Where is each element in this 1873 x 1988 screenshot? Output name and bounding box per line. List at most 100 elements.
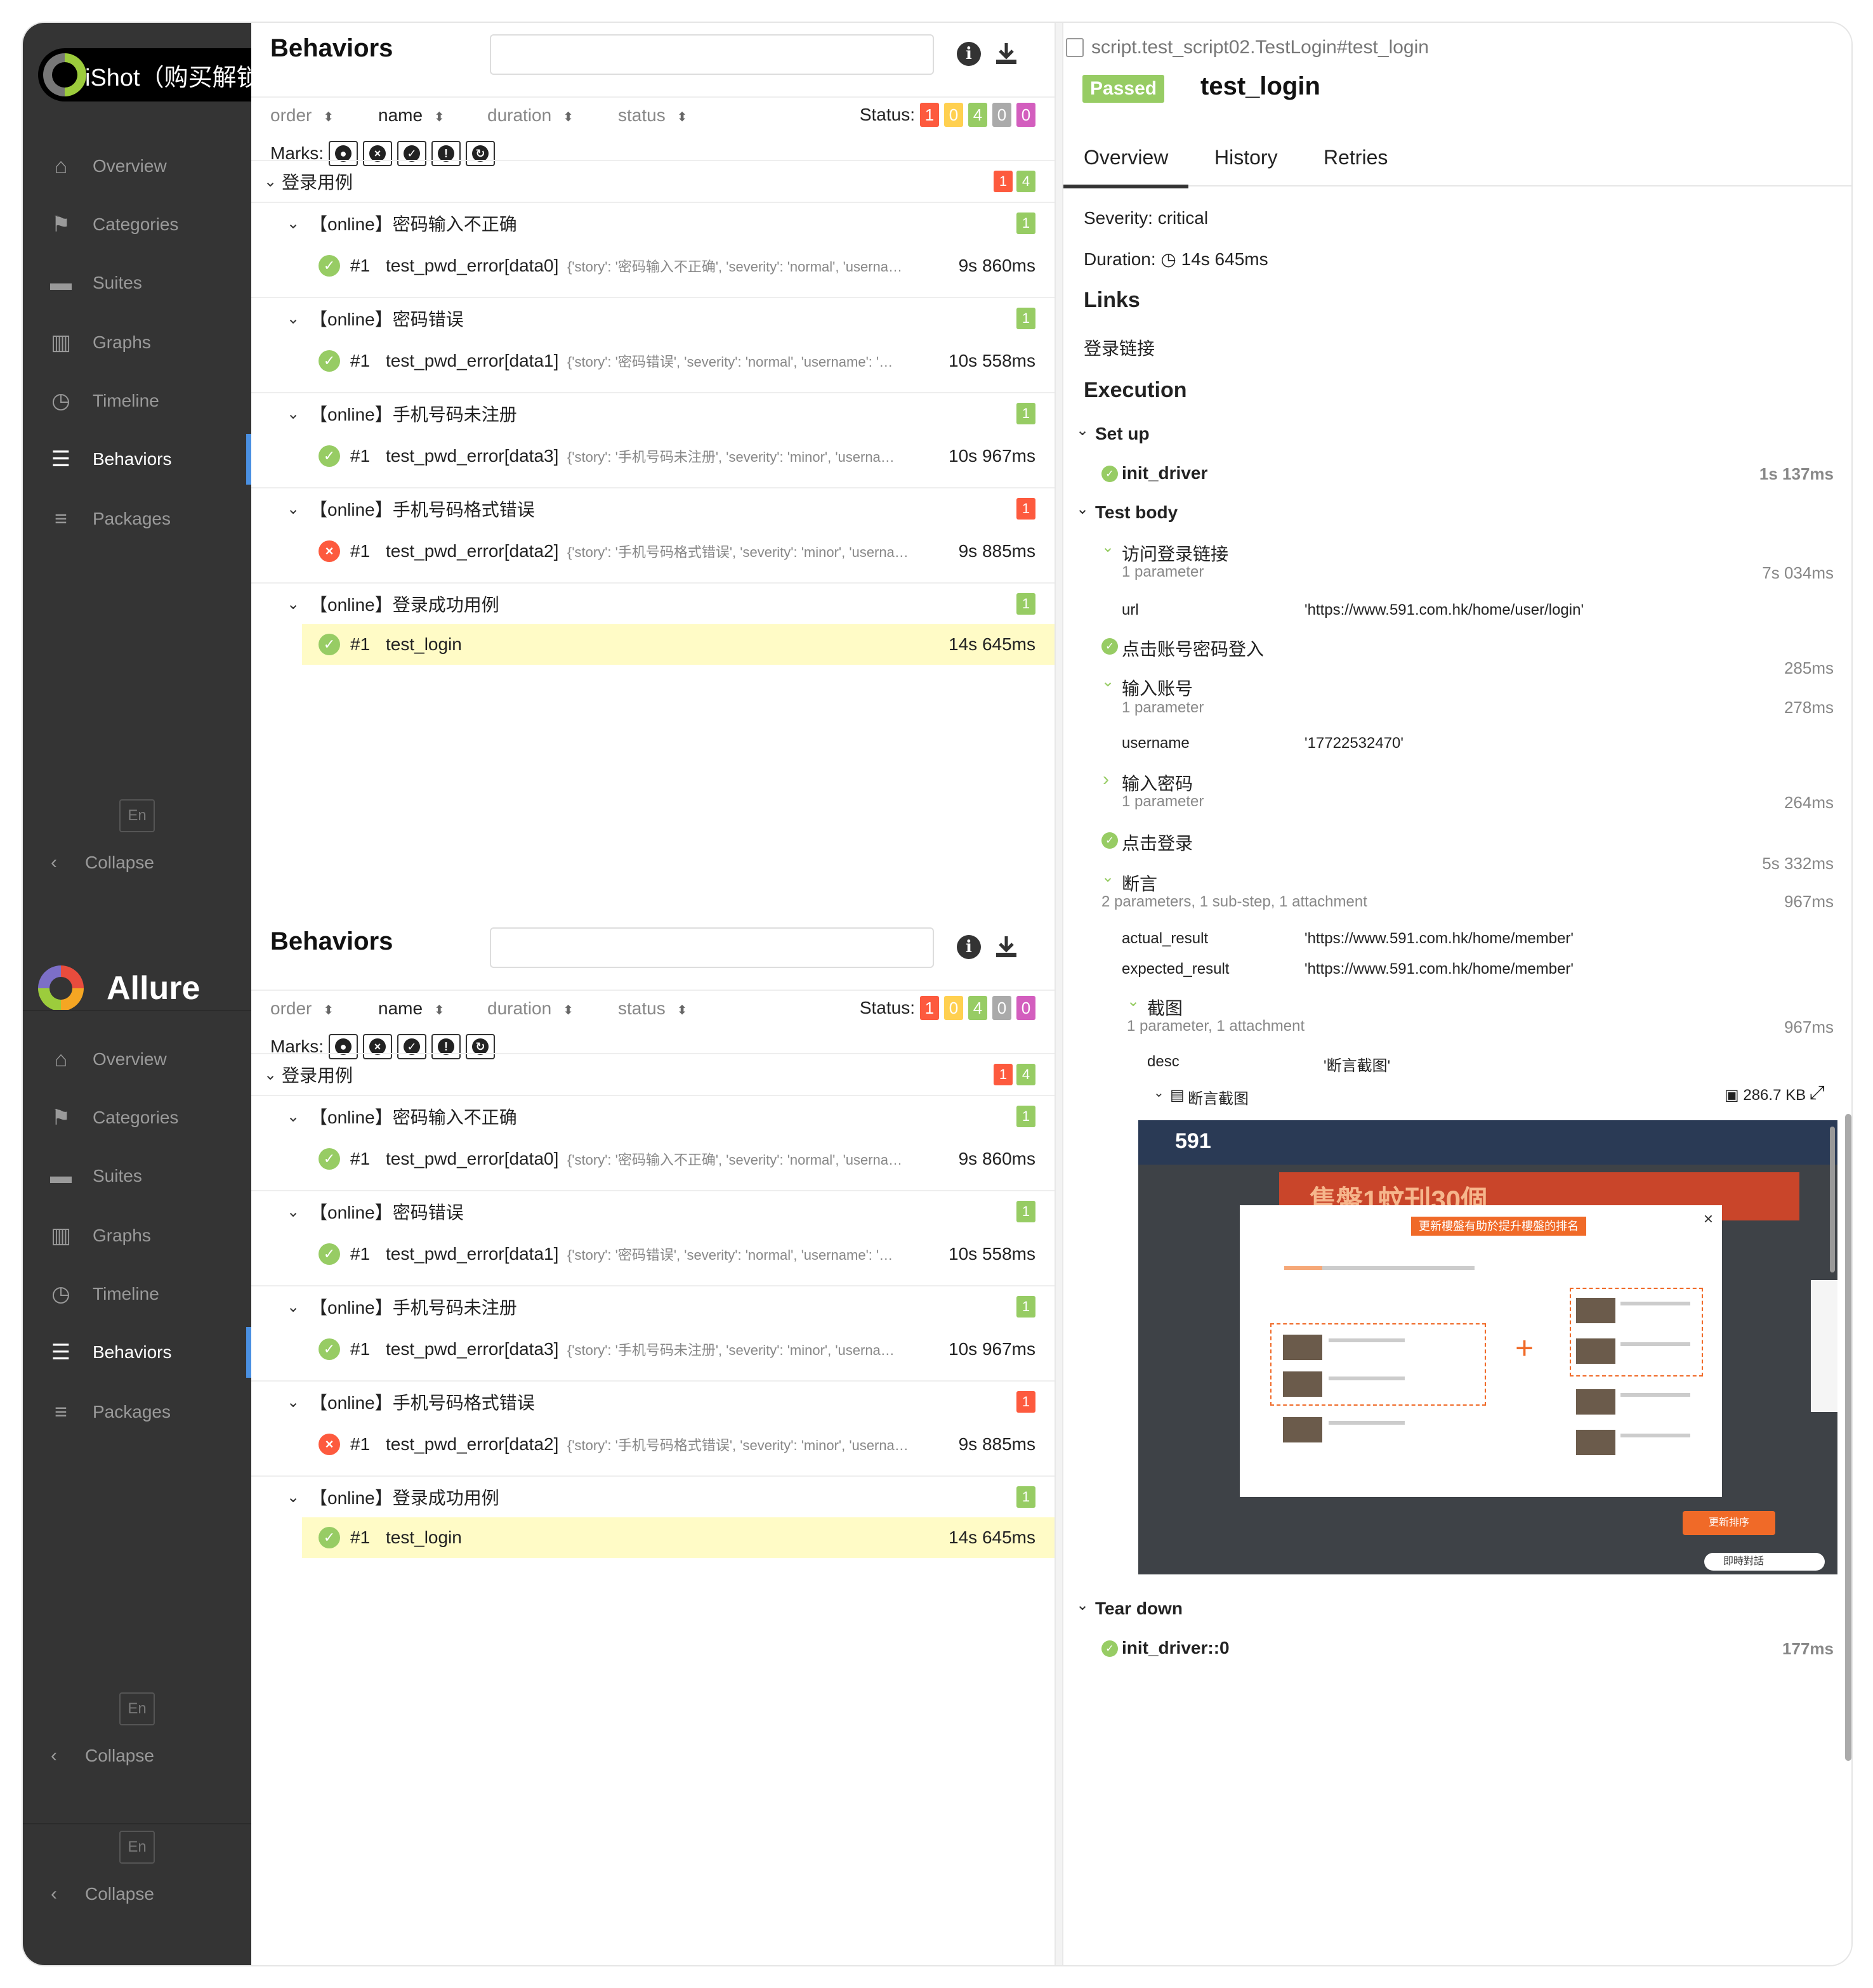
sidebar-item-overview[interactable]: ⌂ Overview [23,1034,251,1085]
search-input[interactable] [490,34,934,75]
test-case-row-selected[interactable]: ✓ #1 test_login 14s 645ms [302,1517,1055,1558]
tree-group[interactable]: ⌄ 【online】密码错误 1 [251,1190,1055,1232]
sidebar-item-overview[interactable]: ⌂ Overview [23,141,251,192]
status-failed-toggle[interactable]: 1 [920,103,939,127]
download-icon[interactable] [994,41,1019,66]
tree-group[interactable]: ⌄ 【online】手机号码格式错误 1 [251,1380,1055,1422]
sidebar-item-categories[interactable]: ⚑ Categories [23,199,251,250]
sort-icon: ⬍ [434,1004,445,1017]
sidebar-item-behaviors[interactable]: ☰ Behaviors [23,1327,251,1378]
tab-overview[interactable]: Overview [1063,146,1189,188]
sort-duration[interactable]: duration ⬍ [487,998,574,1019]
step-click-login[interactable]: 点击登录 [1122,830,1193,855]
sort-order[interactable]: order ⬍ [270,998,334,1019]
test-case-row[interactable]: ✓ #1 test_pwd_error[data1] {'story': '密码… [302,341,1055,381]
behaviors-pane: Behaviors i order ⬍ name ⬍ duration ⬍ statu… [251,23,1055,1965]
collapse-button[interactable]: ‹ Collapse [23,1737,251,1775]
sort-name[interactable]: name ⬍ [378,998,445,1019]
sort-duration[interactable]: duration ⬍ [487,105,574,126]
info-icon[interactable]: i [957,935,981,959]
test-case-row[interactable]: ✓ #1 test_pwd_error[data1] {'story': '密码… [302,1234,1055,1274]
status-broken-toggle[interactable]: 0 [944,996,963,1020]
tree-group[interactable]: ⌄ 【online】手机号码未注册 1 [251,1285,1055,1327]
status-unknown-toggle[interactable]: 0 [1016,996,1035,1020]
chevron-down-icon: ⌄ [287,1393,300,1411]
step-assert[interactable]: 断言 [1122,870,1157,896]
check-circle-icon: ✓ [1101,1640,1118,1657]
teardown-label[interactable]: Tear down [1095,1599,1183,1619]
chevron-down-icon: ⌄ [287,1298,300,1316]
step-click-account[interactable]: 点击账号密码登入 [1122,636,1264,661]
sort-status[interactable]: status ⬍ [618,998,687,1019]
behaviors-panel: Behaviors i order ⬍ name ⬍ duration ⬍ statu… [251,23,1055,916]
chevron-right-icon: › [1103,769,1109,790]
status-passed-toggle[interactable]: 4 [968,103,987,127]
tree-group[interactable]: ⌄ 【online】密码输入不正确 1 [251,202,1055,244]
status-passed-toggle[interactable]: 4 [968,996,987,1020]
chevron-down-icon: ⌄ [1076,422,1089,439]
sort-icon: ⬍ [676,110,688,124]
test-body-label[interactable]: Test body [1095,502,1178,523]
sidebar-item-packages[interactable]: ≡ Packages [23,1387,251,1437]
sidebar-item-packages[interactable]: ≡ Packages [23,494,251,544]
test-case-row[interactable]: ✓ #1 test_pwd_error[data0] {'story': '密码… [302,1139,1055,1179]
step-input-password[interactable]: 输入密码 [1122,770,1193,795]
tab-retries[interactable]: Retries [1324,146,1388,169]
status-skipped-toggle[interactable]: 0 [992,103,1011,127]
download-icon[interactable] [994,934,1019,959]
scrollbar[interactable] [1845,1114,1851,1761]
tree-group[interactable]: ⌄ 【online】登录成功用例 1 [251,1475,1055,1517]
search-input[interactable] [490,927,934,968]
tree-group-root[interactable]: ⌄ 登录用例 14 [251,1053,1055,1095]
tree-group[interactable]: ⌄ 【online】密码输入不正确 1 [251,1095,1055,1137]
copy-icon[interactable] [1066,38,1084,57]
test-case-row[interactable]: ✓ #1 test_pwd_error[data3] {'story': '手机… [302,1330,1055,1369]
setup-label[interactable]: Set up [1095,424,1150,444]
tree-group[interactable]: ⌄ 【online】手机号码未注册 1 [251,392,1055,434]
status-failed-toggle[interactable]: 1 [920,996,939,1020]
sort-order[interactable]: order ⬍ [270,105,334,126]
status-broken-toggle[interactable]: 0 [944,103,963,127]
attachment-name[interactable]: 断言截图 [1188,1086,1249,1108]
tree-group[interactable]: ⌄ 【online】密码错误 1 [251,297,1055,339]
language-button[interactable]: En [119,1692,155,1725]
sidebar-item-categories[interactable]: ⚑ Categories [23,1092,251,1143]
sort-name[interactable]: name ⬍ [378,105,445,126]
sidebar-item-timeline[interactable]: ◷ Timeline [23,1269,251,1319]
tree-group[interactable]: ⌄ 【online】登录成功用例 1 [251,582,1055,624]
align-left-icon: ≡ [55,506,67,531]
tree-group-root[interactable]: ⌄ 登录用例 14 [251,160,1055,202]
expand-icon[interactable]: ⤢ [1810,1082,1825,1104]
collapse-button[interactable]: ‹ Collapse [23,844,251,882]
tree-group[interactable]: ⌄ 【online】手机号码格式错误 1 [251,487,1055,529]
collapse-button[interactable]: ‹ Collapse [23,1875,251,1913]
sidebar-item-suites[interactable]: ▬ Suites [23,1151,251,1201]
sidebar-item-graphs[interactable]: ▥ Graphs [23,1210,251,1261]
chevron-down-icon: ⌄ [287,500,300,518]
step-input-account[interactable]: 输入账号 [1122,675,1193,700]
test-case-row[interactable]: × #1 test_pwd_error[data2] {'story': '手机… [302,532,1055,571]
login-link[interactable]: 登录链接 [1084,335,1155,360]
test-case-row[interactable]: × #1 test_pwd_error[data2] {'story': '手机… [302,1425,1055,1464]
test-case-row[interactable]: ✓ #1 test_pwd_error[data0] {'story': '密码… [302,246,1055,285]
sidebar-item-graphs[interactable]: ▥ Graphs [23,317,251,368]
status-unknown-toggle[interactable]: 0 [1016,103,1035,127]
sidebar-item-suites[interactable]: ▬ Suites [23,258,251,308]
language-button[interactable]: En [119,1831,155,1864]
sort-status[interactable]: status ⬍ [618,105,687,126]
sidebar-item-behaviors[interactable]: ☰ Behaviors [23,434,251,485]
info-icon[interactable]: i [957,42,981,66]
language-button[interactable]: En [119,799,155,832]
attachment-image: 591 售盤1蚊刊30個 更新樓盤有助於提升樓盤的排名 × + 更新排序 即時對… [1138,1120,1837,1574]
pane-splitter[interactable] [1055,23,1063,1965]
sidebar-item-timeline[interactable]: ◷ Timeline [23,376,251,426]
bar-chart-icon: ▥ [50,1224,72,1248]
step-visit-login[interactable]: 访问登录链接 [1122,540,1228,566]
step-screenshot[interactable]: 截图 [1147,995,1183,1020]
status-skipped-toggle[interactable]: 0 [992,996,1011,1020]
tab-history[interactable]: History [1214,146,1278,169]
test-case-row-selected[interactable]: ✓ #1 test_login 14s 645ms [302,624,1055,665]
briefcase-icon: ▬ [50,270,72,295]
bar-chart-icon: ▥ [50,330,72,355]
test-case-row[interactable]: ✓ #1 test_pwd_error[data3] {'story': '手机… [302,436,1055,476]
